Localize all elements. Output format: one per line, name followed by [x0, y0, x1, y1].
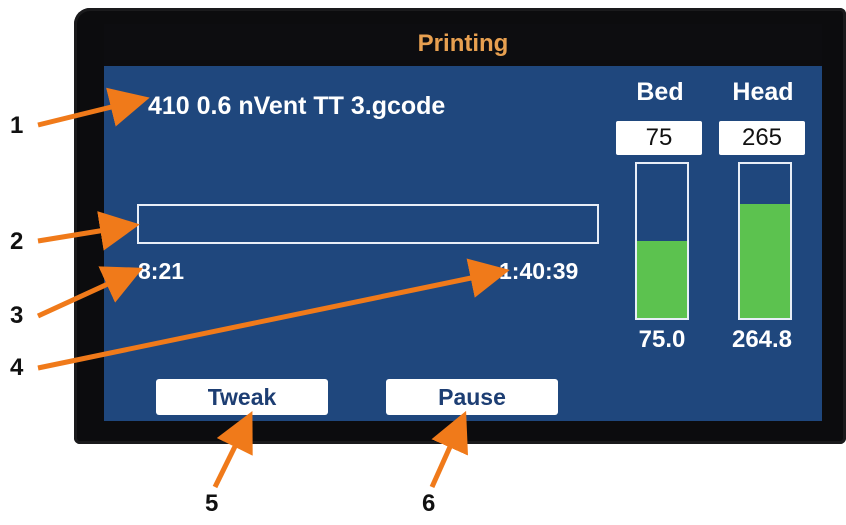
callout-number-3: 3	[10, 302, 24, 329]
callout-arrow-3	[36, 266, 144, 319]
callout-number-4: 4	[10, 354, 24, 381]
callout-arrow-1	[37, 87, 150, 128]
callout-number-2: 2	[10, 228, 24, 255]
callout-number-1: 1	[10, 112, 24, 139]
callout-number-5: 5	[205, 490, 219, 517]
callout-arrows	[36, 87, 510, 489]
callout-arrow-2	[37, 211, 140, 251]
callout-arrow-5	[212, 411, 253, 489]
callout-number-6: 6	[422, 490, 436, 517]
callout-arrow-6	[429, 410, 468, 489]
